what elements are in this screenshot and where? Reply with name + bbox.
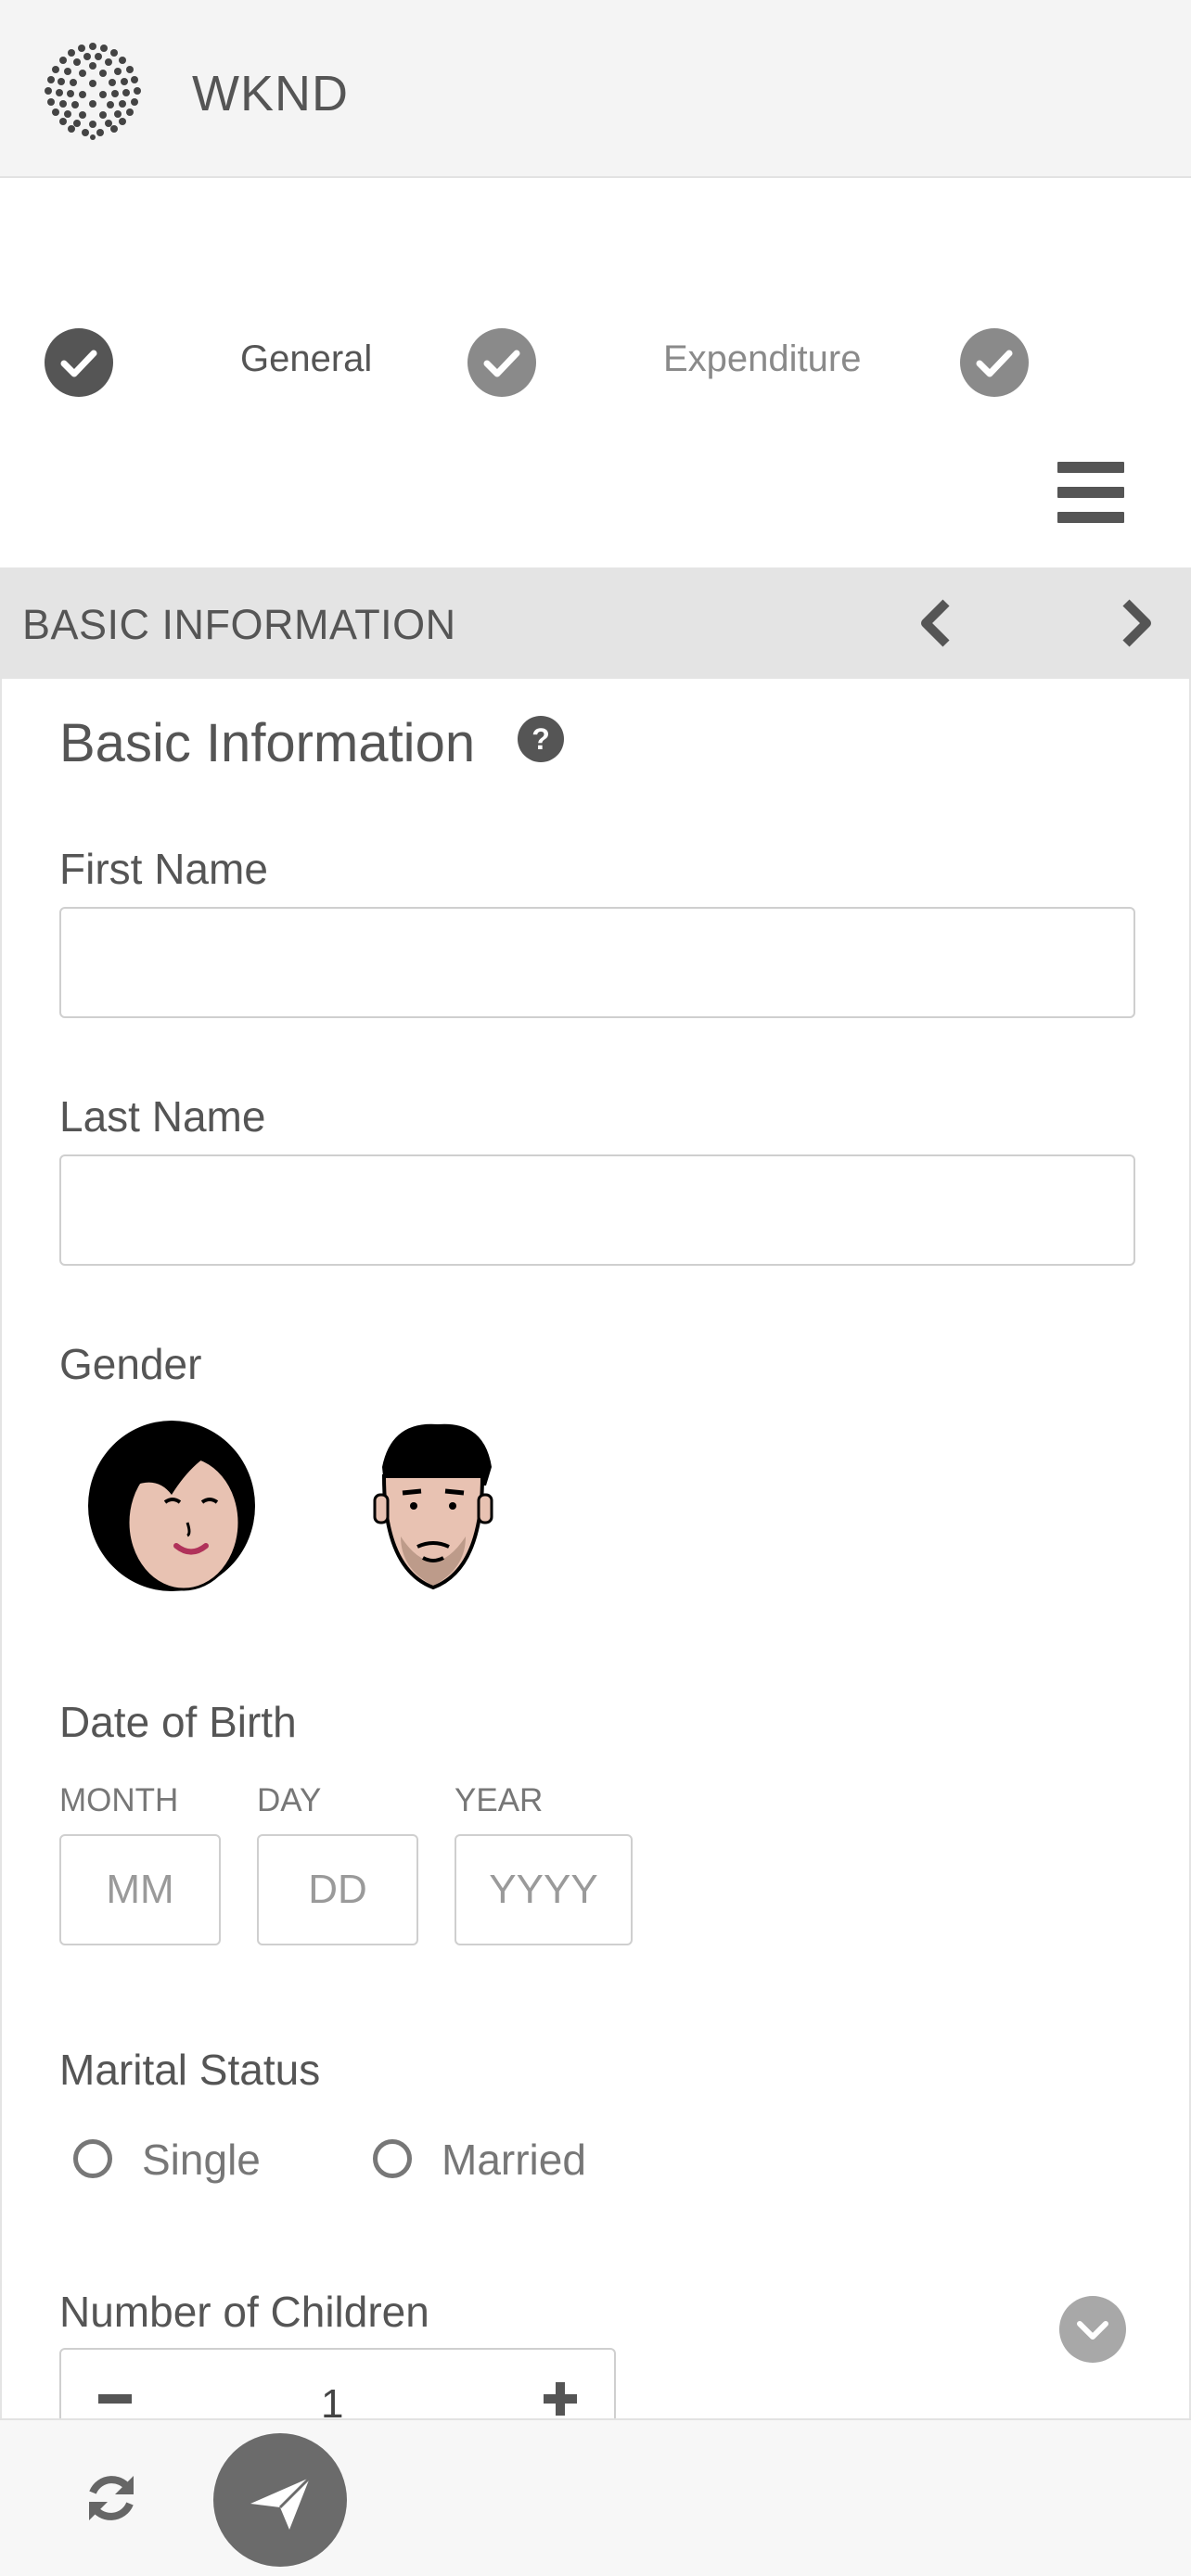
step-1-check-icon[interactable]	[45, 328, 113, 397]
app-header: WKND	[0, 0, 1191, 178]
chevron-right-icon[interactable]	[1108, 595, 1163, 651]
year-input[interactable]: YYYY	[455, 1834, 633, 1945]
first-name-label: First Name	[59, 845, 268, 893]
single-radio-label[interactable]: Single	[142, 2135, 261, 2185]
paper-plane-icon	[250, 2476, 312, 2530]
send-button[interactable]	[213, 2433, 347, 2567]
refresh-icon[interactable]	[82, 2468, 141, 2528]
minus-icon[interactable]	[98, 2394, 132, 2404]
form-panel: Basic Information ? First Name Last Name…	[0, 679, 1191, 2533]
month-label: MONTH	[59, 1782, 179, 1818]
wizard-steps: General Expenditure	[0, 315, 1191, 408]
married-radio[interactable]	[373, 2139, 412, 2178]
year-label: YEAR	[455, 1782, 544, 1818]
children-label: Number of Children	[59, 2288, 429, 2336]
hamburger-menu-icon[interactable]	[1057, 462, 1124, 523]
section-bar: BASIC INFORMATION	[0, 567, 1191, 679]
gender-label: Gender	[59, 1340, 202, 1388]
day-input[interactable]: DD	[257, 1834, 418, 1945]
last-name-input[interactable]	[59, 1154, 1135, 1266]
male-avatar-icon[interactable]	[364, 1421, 503, 1597]
marital-status-label: Marital Status	[59, 2046, 321, 2094]
dob-label: Date of Birth	[59, 1698, 297, 1746]
step-general-label[interactable]: General	[240, 338, 372, 380]
section-title: BASIC INFORMATION	[22, 601, 456, 648]
chevron-left-icon[interactable]	[909, 595, 965, 651]
panel-title: Basic Information	[59, 713, 476, 773]
help-icon[interactable]: ?	[518, 716, 564, 762]
step-3-check-icon[interactable]	[960, 328, 1029, 397]
chevron-down-icon[interactable]	[1059, 2296, 1126, 2363]
plus-icon-vertical[interactable]	[556, 2382, 565, 2416]
day-label: DAY	[257, 1782, 322, 1818]
step-2-check-icon[interactable]	[467, 328, 536, 397]
single-radio[interactable]	[73, 2139, 112, 2178]
brand-name: WKND	[192, 66, 349, 121]
logo-icon	[41, 39, 145, 143]
first-name-input[interactable]	[59, 907, 1135, 1018]
footer-toolbar	[0, 2418, 1191, 2576]
last-name-label: Last Name	[59, 1092, 266, 1141]
step-expenditure-label[interactable]: Expenditure	[663, 338, 861, 380]
married-radio-label[interactable]: Married	[442, 2135, 586, 2185]
female-avatar-icon[interactable]	[83, 1421, 260, 1597]
page: WKND General Expenditure BASIC INFORMATI…	[0, 0, 1191, 2576]
month-input[interactable]: MM	[59, 1834, 221, 1945]
